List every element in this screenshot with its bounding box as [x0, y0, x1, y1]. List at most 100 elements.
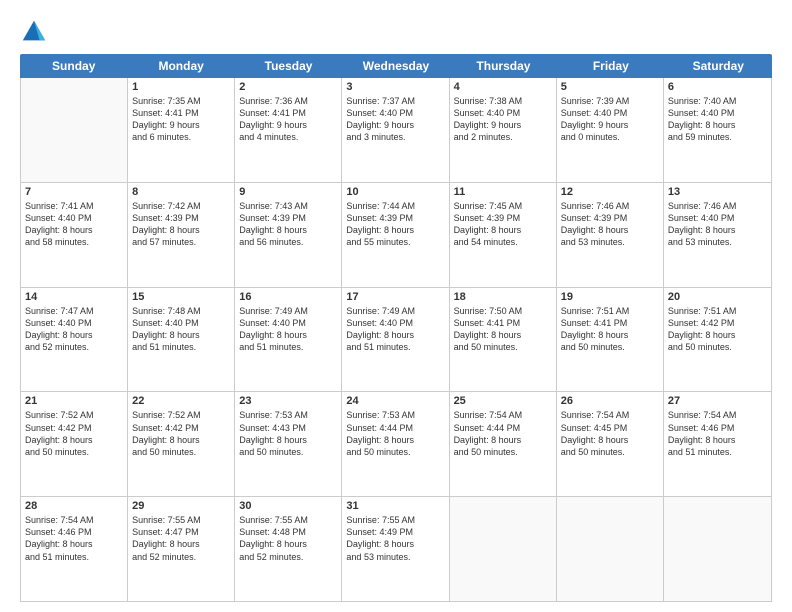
day-info: Sunrise: 7:54 AM Sunset: 4:45 PM Dayligh… [561, 409, 659, 458]
calendar-cell [21, 78, 128, 182]
calendar-cell [664, 497, 771, 601]
day-info: Sunrise: 7:55 AM Sunset: 4:48 PM Dayligh… [239, 514, 337, 563]
calendar-cell: 23 Sunrise: 7:53 AM Sunset: 4:43 PM Dayli… [235, 392, 342, 496]
day-number: 14 [25, 291, 123, 303]
day-number: 5 [561, 81, 659, 93]
calendar-body: 1 Sunrise: 7:35 AM Sunset: 4:41 PM Daylig… [20, 78, 772, 602]
day-number: 4 [454, 81, 552, 93]
day-number: 27 [668, 395, 767, 407]
day-info: Sunrise: 7:50 AM Sunset: 4:41 PM Dayligh… [454, 305, 552, 354]
day-number: 12 [561, 186, 659, 198]
day-number: 24 [346, 395, 444, 407]
calendar-cell: 20 Sunrise: 7:51 AM Sunset: 4:42 PM Dayli… [664, 288, 771, 392]
calendar-cell [557, 497, 664, 601]
calendar-header-cell: Saturday [665, 54, 772, 78]
header [20, 18, 772, 46]
calendar-cell: 17 Sunrise: 7:49 AM Sunset: 4:40 PM Dayli… [342, 288, 449, 392]
calendar-cell: 25 Sunrise: 7:54 AM Sunset: 4:44 PM Dayli… [450, 392, 557, 496]
day-info: Sunrise: 7:54 AM Sunset: 4:44 PM Dayligh… [454, 409, 552, 458]
calendar-cell: 26Sunrise: 7:54 AM Sunset: 4:45 PM Dayli… [557, 392, 664, 496]
day-info: Sunrise: 7:52 AM Sunset: 4:42 PM Dayligh… [25, 409, 123, 458]
calendar-header-cell: Monday [127, 54, 234, 78]
calendar-cell: 11Sunrise: 7:45 AM Sunset: 4:39 PM Dayli… [450, 183, 557, 287]
calendar-header-cell: Sunday [20, 54, 127, 78]
calendar-cell: 3 Sunrise: 7:37 AM Sunset: 4:40 PM Daylig… [342, 78, 449, 182]
day-info: Sunrise: 7:51 AM Sunset: 4:42 PM Dayligh… [668, 305, 767, 354]
calendar-cell: 18 Sunrise: 7:50 AM Sunset: 4:41 PM Dayli… [450, 288, 557, 392]
calendar-header: SundayMondayTuesdayWednesdayThursdayFrid… [20, 54, 772, 78]
day-info: Sunrise: 7:55 AM Sunset: 4:47 PM Dayligh… [132, 514, 230, 563]
day-number: 3 [346, 81, 444, 93]
calendar: SundayMondayTuesdayWednesdayThursdayFrid… [20, 54, 772, 602]
day-number: 15 [132, 291, 230, 303]
day-number: 19 [561, 291, 659, 303]
day-number: 25 [454, 395, 552, 407]
calendar-cell: 29 Sunrise: 7:55 AM Sunset: 4:47 PM Dayli… [128, 497, 235, 601]
calendar-cell: 9Sunrise: 7:43 AM Sunset: 4:39 PM Daylig… [235, 183, 342, 287]
day-number: 11 [454, 186, 552, 198]
day-info: Sunrise: 7:38 AM Sunset: 4:40 PM Dayligh… [454, 95, 552, 144]
day-number: 30 [239, 500, 337, 512]
calendar-cell: 21 Sunrise: 7:52 AM Sunset: 4:42 PM Dayli… [21, 392, 128, 496]
day-number: 29 [132, 500, 230, 512]
day-info: Sunrise: 7:39 AM Sunset: 4:40 PM Dayligh… [561, 95, 659, 144]
calendar-cell: 2 Sunrise: 7:36 AM Sunset: 4:41 PM Daylig… [235, 78, 342, 182]
day-info: Sunrise: 7:36 AM Sunset: 4:41 PM Dayligh… [239, 95, 337, 144]
calendar-cell: 7 Sunrise: 7:41 AM Sunset: 4:40 PM Daylig… [21, 183, 128, 287]
day-info: Sunrise: 7:46 AM Sunset: 4:40 PM Dayligh… [668, 200, 767, 249]
day-number: 28 [25, 500, 123, 512]
day-number: 21 [25, 395, 123, 407]
calendar-cell: 16 Sunrise: 7:49 AM Sunset: 4:40 PM Dayli… [235, 288, 342, 392]
day-number: 20 [668, 291, 767, 303]
calendar-header-cell: Tuesday [235, 54, 342, 78]
day-number: 17 [346, 291, 444, 303]
calendar-row: 1 Sunrise: 7:35 AM Sunset: 4:41 PM Daylig… [21, 78, 771, 183]
day-info: Sunrise: 7:53 AM Sunset: 4:44 PM Dayligh… [346, 409, 444, 458]
day-info: Sunrise: 7:35 AM Sunset: 4:41 PM Dayligh… [132, 95, 230, 144]
calendar-cell: 24 Sunrise: 7:53 AM Sunset: 4:44 PM Dayli… [342, 392, 449, 496]
calendar-cell: 31 Sunrise: 7:55 AM Sunset: 4:49 PM Dayli… [342, 497, 449, 601]
day-number: 7 [25, 186, 123, 198]
calendar-row: 21 Sunrise: 7:52 AM Sunset: 4:42 PM Dayli… [21, 392, 771, 497]
logo-icon [20, 18, 48, 46]
day-info: Sunrise: 7:49 AM Sunset: 4:40 PM Dayligh… [346, 305, 444, 354]
calendar-cell: 12 Sunrise: 7:46 AM Sunset: 4:39 PM Dayli… [557, 183, 664, 287]
day-number: 13 [668, 186, 767, 198]
page: SundayMondayTuesdayWednesdayThursdayFrid… [0, 0, 792, 612]
day-number: 6 [668, 81, 767, 93]
calendar-header-cell: Friday [557, 54, 664, 78]
day-number: 9 [239, 186, 337, 198]
day-number: 8 [132, 186, 230, 198]
day-number: 2 [239, 81, 337, 93]
day-info: Sunrise: 7:40 AM Sunset: 4:40 PM Dayligh… [668, 95, 767, 144]
day-info: Sunrise: 7:53 AM Sunset: 4:43 PM Dayligh… [239, 409, 337, 458]
day-number: 22 [132, 395, 230, 407]
day-number: 18 [454, 291, 552, 303]
day-number: 23 [239, 395, 337, 407]
day-info: Sunrise: 7:44 AM Sunset: 4:39 PM Dayligh… [346, 200, 444, 249]
calendar-row: 7 Sunrise: 7:41 AM Sunset: 4:40 PM Daylig… [21, 183, 771, 288]
day-info: Sunrise: 7:55 AM Sunset: 4:49 PM Dayligh… [346, 514, 444, 563]
calendar-cell: 8 Sunrise: 7:42 AM Sunset: 4:39 PM Daylig… [128, 183, 235, 287]
calendar-row: 14 Sunrise: 7:47 AM Sunset: 4:40 PM Dayli… [21, 288, 771, 393]
calendar-cell: 1 Sunrise: 7:35 AM Sunset: 4:41 PM Daylig… [128, 78, 235, 182]
day-info: Sunrise: 7:48 AM Sunset: 4:40 PM Dayligh… [132, 305, 230, 354]
day-info: Sunrise: 7:51 AM Sunset: 4:41 PM Dayligh… [561, 305, 659, 354]
day-info: Sunrise: 7:37 AM Sunset: 4:40 PM Dayligh… [346, 95, 444, 144]
day-info: Sunrise: 7:42 AM Sunset: 4:39 PM Dayligh… [132, 200, 230, 249]
day-info: Sunrise: 7:41 AM Sunset: 4:40 PM Dayligh… [25, 200, 123, 249]
day-info: Sunrise: 7:46 AM Sunset: 4:39 PM Dayligh… [561, 200, 659, 249]
day-number: 10 [346, 186, 444, 198]
day-info: Sunrise: 7:47 AM Sunset: 4:40 PM Dayligh… [25, 305, 123, 354]
calendar-cell [450, 497, 557, 601]
day-number: 31 [346, 500, 444, 512]
calendar-cell: 15 Sunrise: 7:48 AM Sunset: 4:40 PM Dayli… [128, 288, 235, 392]
logo [20, 18, 52, 46]
calendar-cell: 5 Sunrise: 7:39 AM Sunset: 4:40 PM Daylig… [557, 78, 664, 182]
day-number: 1 [132, 81, 230, 93]
calendar-cell: 28Sunrise: 7:54 AM Sunset: 4:46 PM Dayli… [21, 497, 128, 601]
calendar-cell: 22Sunrise: 7:52 AM Sunset: 4:42 PM Dayli… [128, 392, 235, 496]
day-info: Sunrise: 7:49 AM Sunset: 4:40 PM Dayligh… [239, 305, 337, 354]
day-number: 16 [239, 291, 337, 303]
calendar-row: 28Sunrise: 7:54 AM Sunset: 4:46 PM Dayli… [21, 497, 771, 601]
